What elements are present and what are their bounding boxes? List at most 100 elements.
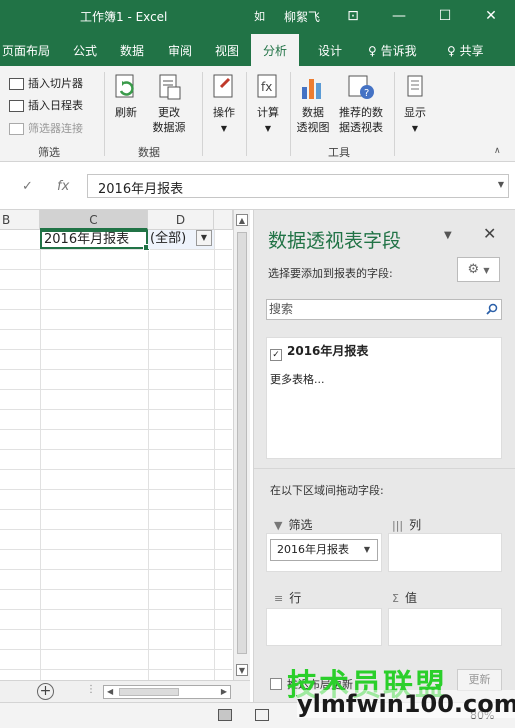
tab-view[interactable]: 视图: [215, 42, 239, 59]
more-tables-link[interactable]: 更多表格...: [270, 371, 325, 387]
pane-close-icon[interactable]: ✕: [483, 224, 496, 243]
pane-options-dropdown-icon[interactable]: ▼: [444, 230, 452, 241]
vertical-scrollbar[interactable]: ▲ ▼: [233, 210, 250, 680]
pivot-fields-pane: 数据透视表字段 ▼ ✕ 选择要添加到报表的字段: ⚙ ▼ 搜索 ✓ 2016年月报…: [253, 210, 515, 702]
insert-slicer-button[interactable]: 插入切片器: [9, 75, 83, 91]
filter-icon: ▼: [274, 519, 283, 532]
grid-row-line: [0, 509, 232, 510]
group-separator: [104, 72, 105, 156]
collapse-ribbon-icon[interactable]: ∧: [494, 146, 501, 156]
formula-input[interactable]: 2016年月报表 ▼: [87, 174, 509, 198]
field-search-input[interactable]: 搜索: [266, 299, 502, 320]
scroll-up-icon[interactable]: ▲: [236, 214, 248, 226]
normal-view-icon[interactable]: [218, 709, 232, 721]
grid-column-line: [40, 230, 41, 680]
recommended-pivot-icon: ?: [346, 73, 376, 103]
horizontal-scrollbar[interactable]: ◀ ▶: [103, 685, 231, 699]
change-data-source-button[interactable]: 更改 数据源: [146, 73, 192, 135]
change-data-source-icon: [154, 73, 184, 103]
scroll-thumb[interactable]: [237, 232, 247, 654]
scroll-right-icon[interactable]: ▶: [221, 687, 227, 696]
columns-drop-zone[interactable]: [388, 533, 502, 572]
page-layout-view-icon[interactable]: [255, 709, 269, 721]
window-title: 工作簿1 - Excel: [80, 10, 168, 24]
filter-dropdown-icon[interactable]: ▼: [196, 230, 212, 246]
grid-row-line: [0, 569, 232, 570]
grid-row-line: [0, 629, 232, 630]
watermark-url: ylmfwin100.com: [297, 690, 515, 718]
filter-connections-button[interactable]: 筛选器连接: [9, 120, 83, 136]
calculator-icon: fx: [253, 73, 283, 103]
update-button[interactable]: 更新: [457, 669, 502, 691]
grid-row-line: [0, 609, 232, 610]
maximize-button[interactable]: ☐: [430, 4, 460, 28]
scroll-left-icon[interactable]: ◀: [107, 687, 113, 696]
user-name[interactable]: 柳絮飞: [284, 8, 320, 25]
filter-field-chip[interactable]: 2016年月报表 ▼: [270, 539, 378, 561]
column-header-b[interactable]: B: [0, 210, 40, 230]
tab-review[interactable]: 审阅: [168, 42, 192, 59]
calculations-button[interactable]: fx 计算 ▼: [250, 73, 286, 136]
share-button[interactable]: ♀ 共享: [447, 42, 484, 59]
grid-row-line: [0, 469, 232, 470]
grid-row-line: [0, 549, 232, 550]
recommended-pivottables-button[interactable]: ? 推荐的数 据透视表: [334, 73, 388, 135]
filter-connections-icon: [9, 123, 24, 135]
rows-icon: ≡: [274, 592, 284, 605]
field-item[interactable]: ✓ 2016年月报表: [270, 342, 368, 361]
tab-data[interactable]: 数据: [120, 42, 144, 59]
svg-text:?: ?: [364, 88, 369, 99]
cell-c1[interactable]: 2016年月报表: [40, 230, 150, 251]
horizontal-scroll-thumb[interactable]: [119, 688, 179, 696]
tab-analyze[interactable]: 分析: [251, 34, 300, 66]
actions-button[interactable]: 操作 ▼: [206, 73, 242, 136]
close-button[interactable]: ✕: [476, 4, 506, 28]
scroll-down-icon[interactable]: ▼: [236, 664, 248, 676]
defer-checkbox[interactable]: [270, 678, 282, 690]
rows-area-header: ≡ 行: [274, 591, 302, 605]
ribbon-tabs: 页面布局 公式 数据 审阅 视图 分析 设计 ♀ 告诉我 ♀ 共享: [0, 34, 515, 66]
slicer-icon: [9, 78, 24, 90]
title-bar: 工作簿1 - Excel 如 柳絮飞 ⊡ — ☐ ✕: [0, 0, 515, 34]
tab-design[interactable]: 设计: [318, 42, 342, 59]
enter-icon[interactable]: ✓: [22, 179, 33, 194]
refresh-icon: [111, 73, 141, 103]
grid-column-line: [148, 230, 149, 680]
insert-function-icon[interactable]: fx: [57, 179, 69, 194]
pane-divider[interactable]: [254, 468, 515, 469]
tab-formulas[interactable]: 公式: [73, 42, 97, 59]
column-header-c[interactable]: C: [40, 210, 148, 230]
grid-row-line: [0, 389, 232, 390]
worksheet[interactable]: B C D 2016年月报表 (全部): [0, 210, 250, 680]
column-header-d[interactable]: D: [148, 210, 214, 230]
checkbox-icon[interactable]: ✓: [270, 349, 282, 361]
expand-formula-icon[interactable]: ▼: [498, 180, 504, 189]
ribbon-display-options-icon[interactable]: ⊡: [338, 4, 368, 28]
tab-split-handle[interactable]: ⋮: [86, 684, 96, 695]
chevron-down-icon[interactable]: ▼: [364, 540, 370, 560]
formula-bar: ✓ fx 2016年月报表 ▼: [0, 162, 515, 210]
tab-page-layout[interactable]: 页面布局: [2, 42, 50, 59]
add-sheet-icon[interactable]: +: [37, 683, 54, 700]
tell-me-search[interactable]: ♀ 告诉我: [368, 42, 417, 59]
grid-row-line: [0, 669, 232, 670]
refresh-button[interactable]: 刷新: [108, 73, 144, 120]
show-icon: [400, 73, 430, 103]
actions-icon: [209, 73, 239, 103]
group-separator: [394, 72, 395, 156]
pivot-chart-button[interactable]: 数据 透视图: [294, 73, 332, 135]
values-drop-zone[interactable]: [388, 608, 502, 646]
field-layout-gear-button[interactable]: ⚙ ▼: [457, 257, 500, 282]
rows-drop-zone[interactable]: [266, 608, 382, 646]
grid-row-line: [0, 429, 232, 430]
insert-timeline-button[interactable]: 插入日程表: [9, 97, 83, 113]
grid-row-line: [0, 369, 232, 370]
user-avatar[interactable]: 如: [254, 8, 265, 24]
minimize-button[interactable]: —: [384, 4, 414, 28]
pane-subtitle: 选择要添加到报表的字段:: [268, 267, 393, 280]
sigma-icon: Σ: [392, 592, 399, 605]
show-button[interactable]: 显示 ▼: [398, 73, 432, 136]
column-header-e[interactable]: [214, 210, 233, 230]
grid-row-line: [0, 349, 232, 350]
group-label-data: 数据: [138, 146, 160, 159]
